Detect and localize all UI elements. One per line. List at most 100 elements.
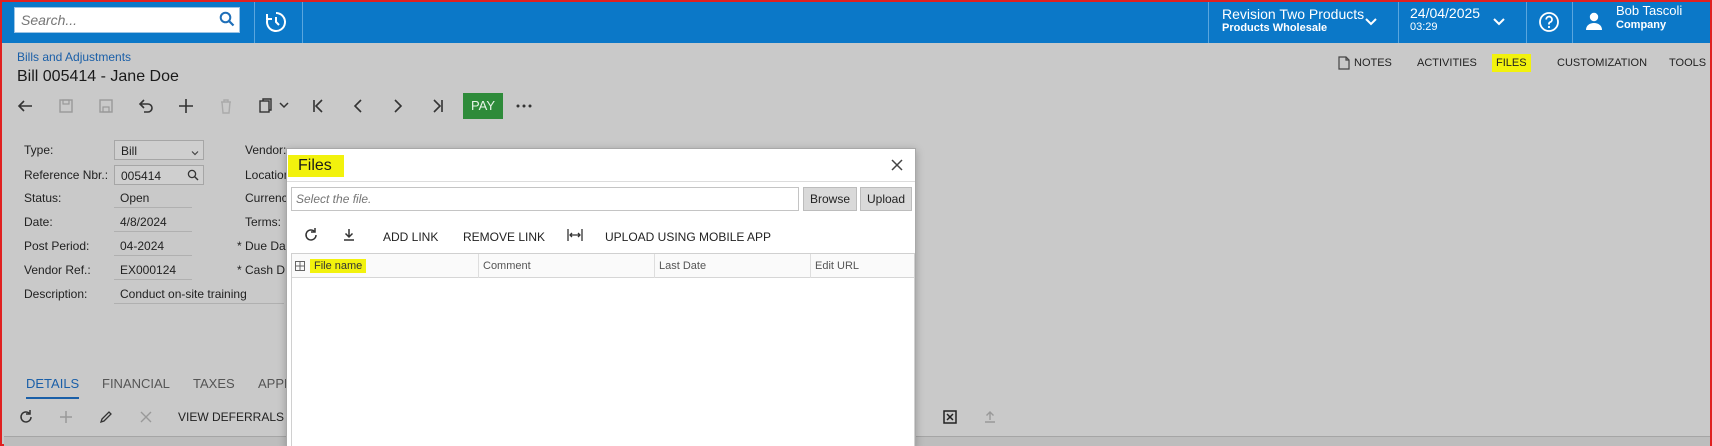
help-icon[interactable] [1538,11,1560,36]
pay-button[interactable]: PAY [463,93,503,119]
previous-record-icon[interactable] [348,96,368,116]
download-icon[interactable] [341,227,357,246]
last-record-icon[interactable] [428,96,448,116]
chevron-down-icon [191,146,199,160]
copy-paste-icon[interactable] [256,96,276,116]
edit-icon[interactable] [98,409,114,428]
tools-link[interactable]: TOOLS [1669,54,1706,72]
file-select-box[interactable] [291,187,799,211]
chevron-down-icon[interactable] [278,99,298,119]
topbar-divider [1526,2,1527,43]
column-last-date[interactable]: Last Date [654,254,810,278]
screen-tools: NOTES ACTIVITIES FILES CUSTOMIZATION TOO… [1332,54,1710,72]
column-file-name-label: File name [310,259,367,273]
topbar-divider [1572,2,1573,43]
files-grid-header: File name Comment Last Date Edit URL [292,254,914,278]
topbar-divider [254,2,255,43]
due-date-label: * Due Da [237,239,286,253]
upload-icon[interactable] [982,409,998,428]
status-value: Open [114,188,192,208]
topbar-divider [1398,2,1399,43]
description-field[interactable]: Conduct on-site training [114,284,284,304]
vendor-label: Vendor: [245,143,287,157]
close-icon[interactable] [891,159,903,174]
notes-link[interactable]: NOTES [1354,54,1392,72]
upload-mobile-app-button[interactable]: UPLOAD USING MOBILE APP [605,230,771,244]
add-icon[interactable] [176,96,196,116]
history-icon[interactable] [264,10,288,37]
type-value: Bill [121,144,138,158]
vendor-ref-label: Vendor Ref.: [24,263,91,277]
company-branch: Products Wholesale [1222,22,1328,34]
add-row-icon[interactable] [58,409,74,428]
save-close-icon[interactable] [56,96,76,116]
search-input[interactable] [15,8,210,32]
vendor-ref-field[interactable]: EX000124 [114,260,192,280]
back-icon[interactable] [16,96,36,116]
page-title: Bill 005414 - Jane Doe [17,68,179,85]
date-field[interactable]: 4/8/2024 [114,212,192,232]
file-select-input[interactable] [292,188,792,210]
user-name: Bob Tascoli [1616,3,1683,18]
tab-taxes[interactable]: TAXES [193,376,235,391]
reference-nbr-label: Reference Nbr.: [24,168,109,182]
topbar-divider [1208,2,1209,43]
reference-nbr-value: 005414 [121,169,162,183]
search-icon[interactable] [219,11,235,30]
post-period-field[interactable]: 04-2024 [114,236,192,256]
refresh-icon[interactable] [303,227,319,246]
notes-icon[interactable] [1338,56,1350,73]
reference-nbr-field[interactable]: 005414 [114,165,204,185]
browse-button[interactable]: Browse [803,187,857,211]
chevron-down-icon[interactable] [1364,15,1378,32]
tab-financial[interactable]: FINANCIAL [102,376,170,391]
delete-row-icon[interactable] [138,409,154,428]
remove-link-button[interactable]: REMOVE LINK [463,230,545,244]
delete-icon[interactable] [216,96,236,116]
column-comment[interactable]: Comment [478,254,654,278]
customization-link[interactable]: CUSTOMIZATION [1557,54,1647,72]
upload-button[interactable]: Upload [860,187,912,211]
column-file-name[interactable]: File name [306,254,478,278]
topbar-divider [302,2,303,43]
undo-icon[interactable] [136,96,156,116]
company-selector[interactable]: Revision Two Products Products Wholesale [1222,2,1372,43]
cash-discount-date-label: * Cash D [237,263,286,277]
company-name: Revision Two Products [1222,6,1365,22]
fit-columns-icon[interactable] [567,228,583,245]
status-label: Status: [24,191,62,205]
date-selector[interactable]: 24/04/2025 03:29 [1410,2,1490,43]
search-icon[interactable] [187,169,199,184]
column-edit-url[interactable]: Edit URL [810,254,914,278]
user-org: Company [1616,19,1667,31]
first-record-icon[interactable] [308,96,328,116]
business-time: 03:29 [1410,21,1438,33]
activities-link[interactable]: ACTIVITIES [1417,54,1477,72]
refresh-icon[interactable] [18,409,34,428]
export-excel-icon[interactable] [942,409,958,428]
user-menu[interactable]: Bob Tascoli Company [1616,2,1706,43]
location-label: Location [245,168,291,182]
tab-details[interactable]: DETAILS [26,376,80,399]
user-icon[interactable] [1584,11,1604,34]
view-deferrals-button[interactable]: VIEW DEFERRALS [178,410,284,424]
post-period-label: Post Period: [24,239,90,253]
chevron-down-icon[interactable] [1492,15,1506,32]
files-link[interactable]: FILES [1492,54,1531,72]
terms-label: Terms: [245,215,281,229]
more-actions-icon[interactable] [514,96,534,116]
save-icon[interactable] [96,96,116,116]
type-select[interactable]: Bill [114,140,204,160]
dialog-divider [287,181,915,182]
grid-settings-icon[interactable] [295,260,305,274]
files-grid: File name Comment Last Date Edit URL [291,253,915,446]
add-link-button[interactable]: ADD LINK [383,230,438,244]
currency-label: Currenc [245,191,288,205]
type-label: Type: [24,143,54,157]
date-label: Date: [24,215,53,229]
breadcrumb[interactable]: Bills and Adjustments [17,50,131,64]
next-record-icon[interactable] [388,96,408,116]
search-box[interactable] [14,7,240,33]
description-label: Description: [24,287,88,301]
dialog-title: Files [288,155,344,177]
